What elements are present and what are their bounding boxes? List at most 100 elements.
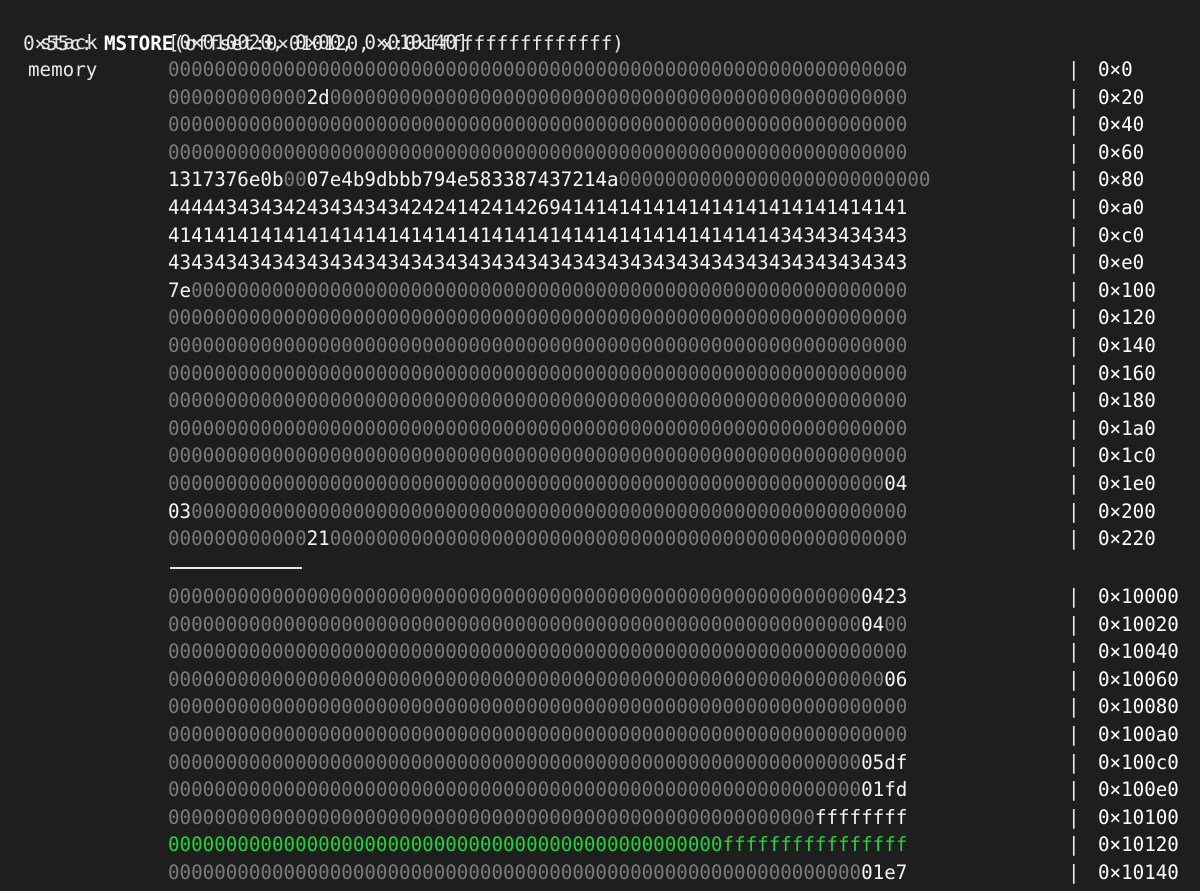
memory-hex-segment: 07e4b9dbbb794e583387437214a [306, 168, 619, 192]
memory-row-hex: 0000000000000000000000000000000000000000… [168, 139, 907, 167]
memory-hex-segment: 05df [861, 750, 908, 774]
memory-hex-segment: 4141414141414141414141414141414141414141… [168, 223, 908, 247]
memory-hex-segment: 0000000000000000000000000000000000000000… [168, 612, 862, 636]
memory-hex-segment: 01e7 [861, 861, 908, 884]
memory-row-separator: | [1068, 833, 1080, 857]
memory-hex-segment: 0000000000000000000000000000000000000000… [168, 334, 908, 357]
memory-label: memory [28, 58, 98, 81]
memory-hex-segment: 0000000000000000000000000000000000000000… [191, 499, 908, 523]
memory-row-hex: 1317376e0b0007e4b9dbbb794e583387437214a0… [168, 166, 930, 194]
memory-row-address: 0×220 [1098, 527, 1156, 551]
memory-row-hex: 0000000000000000000000000000000000000000… [168, 387, 907, 415]
memory-hex-segment: 0000000000000000000000000000000000000000… [168, 585, 862, 608]
memory-row-separator: | [1068, 361, 1080, 385]
memory-row-hex: 0000000000000000000000000000000000000000… [168, 776, 907, 804]
memory-row-separator: | [1068, 113, 1080, 137]
memory-row-separator: | [1068, 472, 1080, 495]
memory-hex-segment: 4444434343424343434342424142414269414141… [168, 196, 908, 219]
memory-hex-segment: 0000000000000000000000000000000000000000… [168, 306, 908, 330]
memory-hex-segment: 01fd [861, 778, 908, 802]
memory-hex-segment: 7e [168, 278, 192, 302]
memory-row-hex: 0000000000002d00000000000000000000000000… [168, 84, 907, 112]
memory-row-hex: 0000000000000000000000000000000000000000… [168, 749, 907, 777]
memory-row-separator: | [1068, 389, 1080, 413]
memory-row-address: 0×a0 [1098, 196, 1145, 219]
memory-row-hex: 0000000000000000000000000000000000000000… [168, 693, 907, 721]
memory-row-separator: | [1068, 334, 1080, 357]
memory-hex-segment: 000000000000 [168, 85, 307, 109]
memory-hex-segment: 06 [884, 667, 908, 691]
memory-hex-segment: 0000000000000000000000000000000000000000… [168, 389, 908, 413]
memory-row-separator: | [1068, 85, 1080, 109]
memory-row-address: 0×10080 [1098, 695, 1179, 719]
memory-hex-segment: 000000000000000000000000000 [618, 168, 931, 192]
memory-row-address: 0×10020 [1098, 612, 1179, 636]
memory-hex-segment: 0000000000000000000000000000000000000000… [168, 695, 908, 719]
memory-row-separator: | [1068, 612, 1080, 636]
memory-row-hex: 0000000000000000000000000000000000000000… [168, 442, 907, 470]
memory-row-hex: 4343434343434343434343434343434343434343… [168, 249, 907, 277]
memory-row-separator: | [1068, 444, 1080, 468]
memory-hex-segment: 00 [884, 612, 908, 636]
memory-hex-segment: 0000000000000000000000000000000000000000… [168, 833, 908, 857]
stack-value: [0×010020, 0×00, 0×010140] [168, 31, 469, 54]
memory-row-separator: | [1068, 861, 1080, 884]
memory-row-separator: | [1068, 140, 1080, 164]
memory-row-separator: | [1068, 778, 1080, 802]
memory-row-separator: | [1068, 499, 1080, 523]
memory-row-hex: 0000000000000000000000000000000000000000… [168, 638, 907, 666]
memory-row-separator: | [1068, 58, 1080, 81]
memory-hex-segment: 04 [884, 472, 908, 495]
memory-row-address: 0×10060 [1098, 667, 1179, 691]
memory-row-address: 0×c0 [1098, 223, 1145, 247]
memory-hex-segment: 1317376e0b [168, 168, 284, 192]
memory-row-separator: | [1068, 695, 1080, 719]
memory-row-hex: 7e00000000000000000000000000000000000000… [168, 277, 907, 305]
memory-hex-segment: 0000000000000000000000000000000000000000… [168, 444, 908, 468]
memory-row-separator: | [1068, 585, 1080, 608]
memory-row-hex: 0000000000002100000000000000000000000000… [168, 525, 907, 553]
memory-row-separator: | [1068, 306, 1080, 330]
memory-row-address: 0×100c0 [1098, 750, 1179, 774]
memory-row-address: 0×80 [1098, 168, 1145, 192]
memory-row-separator: | [1068, 667, 1080, 691]
memory-row-hex: 0000000000000000000000000000000000000000… [168, 831, 907, 859]
memory-row-address: 0×100e0 [1098, 778, 1179, 802]
memory-row-separator: | [1068, 527, 1080, 551]
memory-row-hex: 0000000000000000000000000000000000000000… [168, 859, 907, 887]
memory-row-address: 0×20 [1098, 85, 1145, 109]
memory-gap-divider [170, 567, 302, 569]
memory-row-address: 0×1e0 [1098, 472, 1156, 495]
memory-row-separator: | [1068, 251, 1080, 275]
memory-row-separator: | [1068, 278, 1080, 302]
memory-row-hex: 0000000000000000000000000000000000000000… [168, 721, 907, 749]
memory-row-hex: 0000000000000000000000000000000000000000… [168, 332, 907, 360]
memory-hex-segment: 21 [306, 527, 330, 551]
memory-hex-segment: 000000000000 [168, 527, 307, 551]
memory-row-address: 0×180 [1098, 389, 1156, 413]
memory-hex-segment: 0000000000000000000000000000000000000000… [168, 361, 908, 385]
memory-hex-segment: 0000000000000000000000000000000000000000… [168, 861, 862, 884]
memory-row-separator: | [1068, 168, 1080, 192]
memory-row-hex: 0000000000000000000000000000000000000000… [168, 415, 907, 443]
memory-row-separator: | [1068, 196, 1080, 219]
memory-row-address: 0×140 [1098, 334, 1156, 357]
memory-hex-segment: 0000000000000000000000000000000000000000… [191, 278, 908, 302]
opcode: MSTORE [103, 31, 174, 55]
memory-row-address: 0×e0 [1098, 251, 1145, 275]
memory-hex-segment: 0000000000000000000000000000000000000000… [168, 113, 908, 137]
memory-row-address: 0×60 [1098, 140, 1145, 164]
memory-hex-segment: 0000000000000000000000000000000000000000… [168, 778, 862, 802]
memory-row-address: 0×0 [1098, 58, 1133, 81]
memory-hex-segment: 0423 [861, 585, 908, 608]
memory-hex-segment: 0000000000000000000000000000000000000000… [168, 750, 862, 774]
memory-hex-segment: ffffffff [814, 805, 908, 829]
memory-row-address: 0×10120 [1098, 833, 1179, 857]
memory-row-address: 0×100 [1098, 278, 1156, 302]
memory-row-address: 0×160 [1098, 361, 1156, 385]
memory-row-address: 0×10040 [1098, 640, 1179, 664]
memory-hex-segment: 0000000000000000000000000000000000000000… [168, 140, 908, 164]
memory-row-address: 0×10140 [1098, 861, 1179, 884]
memory-row-separator: | [1068, 640, 1080, 664]
memory-hex-segment: 0000000000000000000000000000000000000000… [168, 805, 815, 829]
